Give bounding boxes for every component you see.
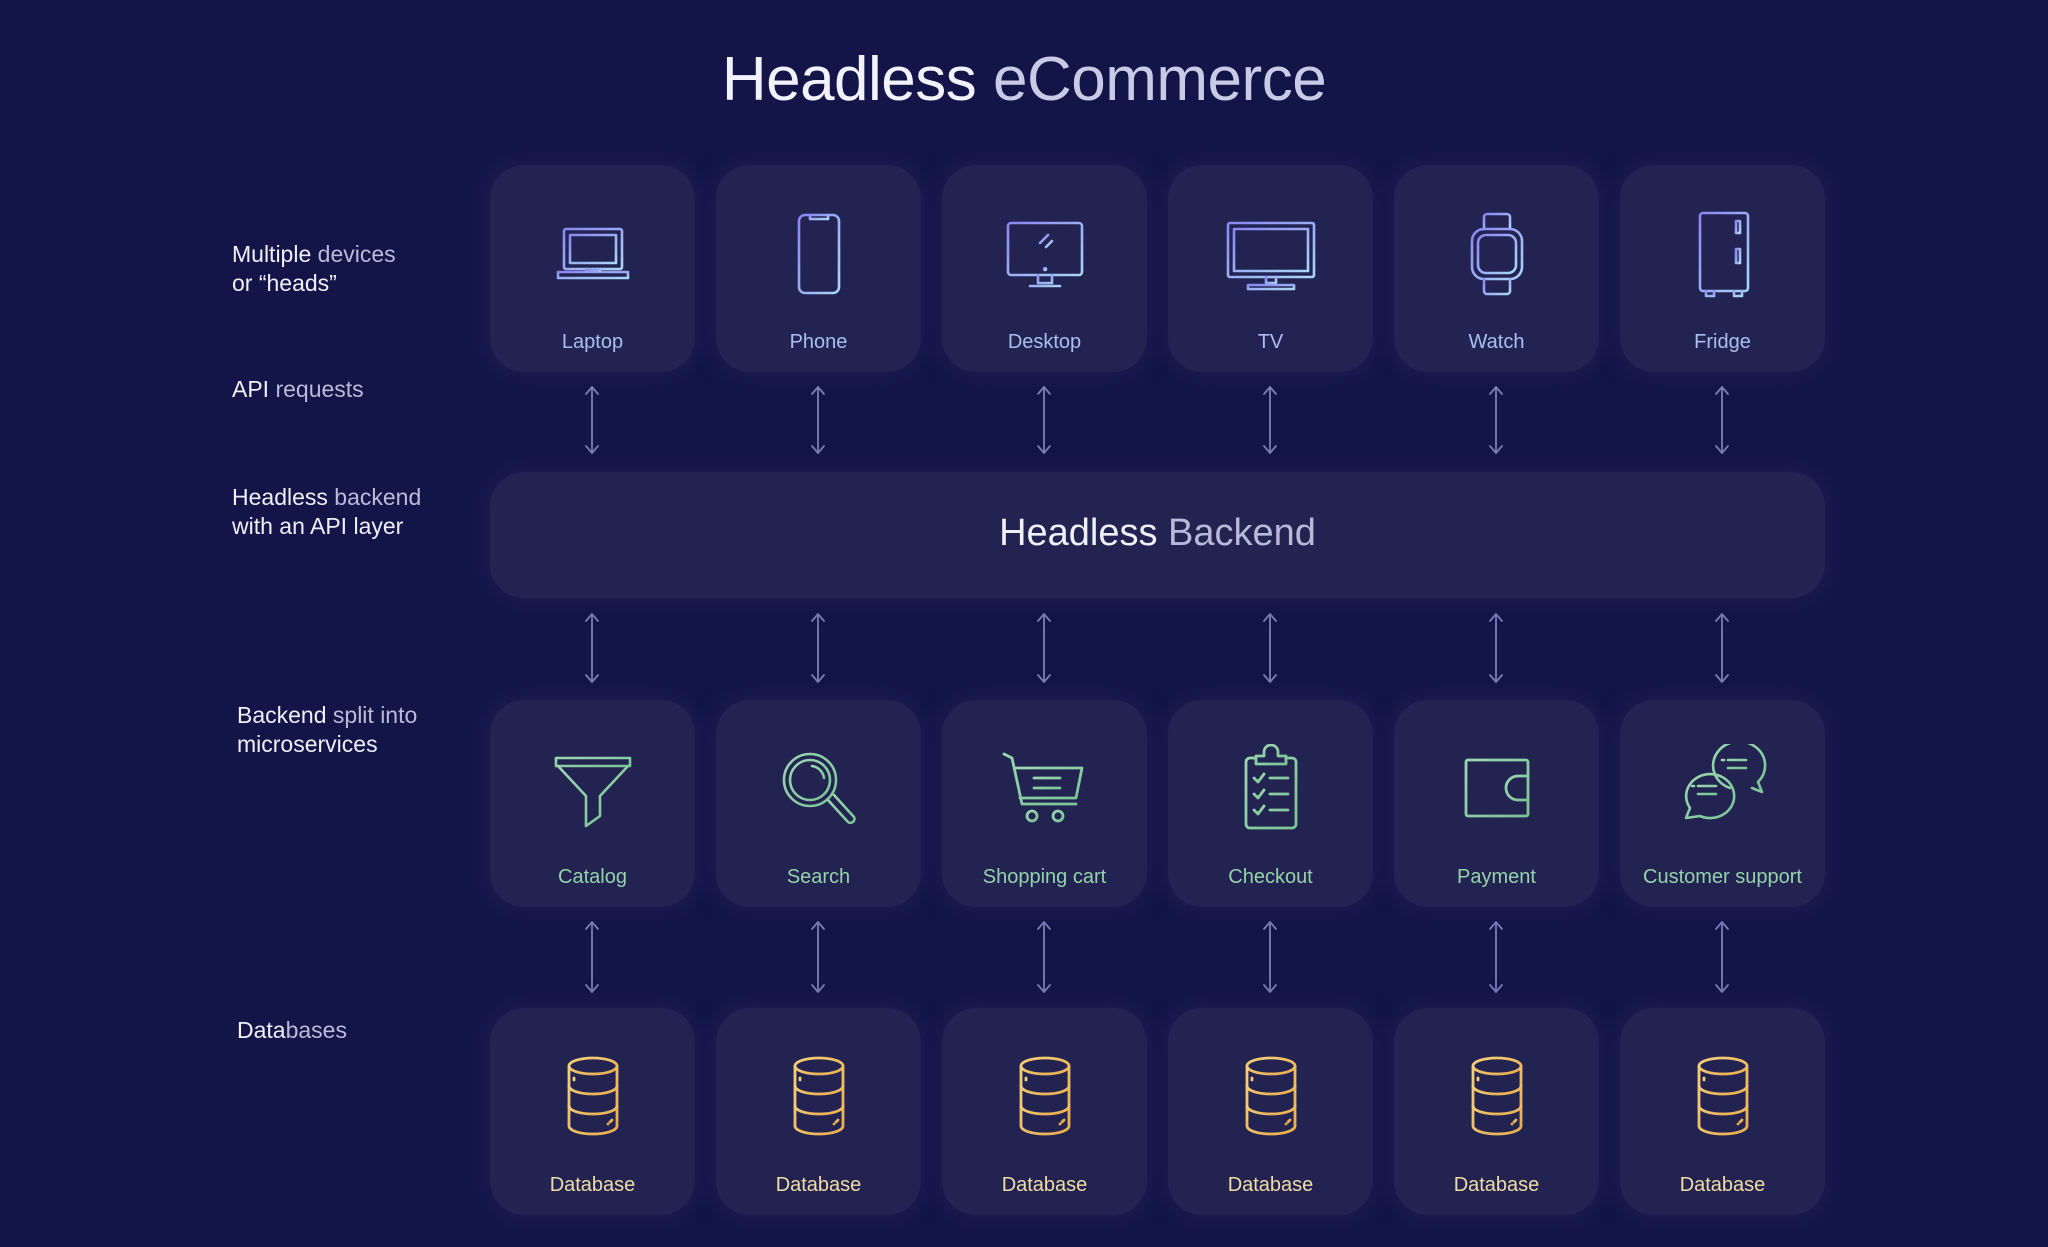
row-label-backend-dim: backend [334,484,422,510]
headless-backend-box: Headless Backend [490,472,1825,598]
row-label-api: API requests [232,375,364,404]
row-label-backend-strong: Headless [232,484,328,510]
service-label: Payment [1457,866,1536,888]
row-label-databases-strong: Data [237,1017,286,1043]
row-label-devices-dim: devices [317,241,396,267]
api-request-arrow [808,385,828,455]
database-label: Database [1227,1174,1314,1196]
service-label: Shopping cart [982,866,1107,888]
title-part-2: eCommerce [993,45,1327,114]
database-icon [1678,1052,1768,1142]
magnifier-icon [774,744,864,834]
row-label-api-dim: requests [275,376,364,402]
funnel-icon [548,744,638,834]
device-card-fridge: Fridge [1620,165,1825,372]
database-card: Database [1620,1008,1825,1215]
service-label: Customer support [1643,866,1802,888]
row-label-microservices: Backend split into microservices [237,701,417,759]
service-database-arrow [1034,920,1054,994]
service-label: Checkout [1228,866,1313,888]
row-label-databases-dim: bases [285,1017,347,1043]
service-card-shopping-cart: Shopping cart [942,700,1147,907]
database-icon [1452,1052,1542,1142]
device-label: Watch [1468,331,1525,353]
database-card: Database [1168,1008,1373,1215]
api-request-arrow [1712,385,1732,455]
service-card-customer-support: Customer support [1620,700,1825,907]
database-label: Database [1453,1174,1540,1196]
database-card: Database [490,1008,695,1215]
row-label-backend-line2: with an API layer [232,513,404,539]
backend-service-arrow [582,612,602,684]
device-card-phone: Phone [716,165,921,372]
chat-bubbles-icon [1678,744,1768,834]
backend-title: Headless Backend [490,512,1825,555]
row-label-devices-strong: Multiple [232,241,312,267]
service-database-arrow [582,920,602,994]
device-label: TV [1257,331,1284,353]
api-request-arrow [1486,385,1506,455]
title-part-1: Headless [721,45,977,114]
backend-title-part-1: Headless [999,512,1158,554]
service-card-catalog: Catalog [490,700,695,907]
database-icon [774,1052,864,1142]
service-card-search: Search [716,700,921,907]
device-card-desktop: Desktop [942,165,1147,372]
service-database-arrow [1260,920,1280,994]
wallet-icon [1452,744,1542,834]
row-label-microservices-line2: microservices [237,731,378,757]
watch-icon [1452,209,1542,299]
service-database-arrow [1486,920,1506,994]
row-label-api-strong: API [232,376,270,402]
backend-service-arrow [1260,612,1280,684]
clipboard-checklist-icon [1226,744,1316,834]
api-request-arrow [1034,385,1054,455]
database-label: Database [1001,1174,1088,1196]
service-card-checkout: Checkout [1168,700,1373,907]
cart-icon [1000,744,1090,834]
desktop-icon [1000,209,1090,299]
database-label: Database [775,1174,862,1196]
database-card: Database [716,1008,921,1215]
device-card-watch: Watch [1394,165,1599,372]
row-label-microservices-dim: split into [332,702,418,728]
row-label-databases: Databases [237,1016,347,1045]
api-request-arrow [1260,385,1280,455]
service-card-payment: Payment [1394,700,1599,907]
api-request-arrow [582,385,602,455]
device-card-laptop: Laptop [490,165,695,372]
database-label: Database [549,1174,636,1196]
backend-service-arrow [1034,612,1054,684]
backend-title-part-2: Backend [1168,512,1316,554]
database-label: Database [1679,1174,1766,1196]
device-label: Phone [789,331,848,353]
service-label: Catalog [558,866,627,888]
service-database-arrow [1712,920,1732,994]
row-label-devices: Multiple devices or “heads” [232,240,396,298]
device-card-tv: TV [1168,165,1373,372]
row-label-microservices-strong: Backend [237,702,327,728]
database-icon [548,1052,638,1142]
fridge-icon [1678,209,1768,299]
backend-service-arrow [1712,612,1732,684]
device-label: Desktop [1007,331,1082,353]
database-card: Database [1394,1008,1599,1215]
row-label-backend: Headless backend with an API layer [232,483,421,541]
service-database-arrow [808,920,828,994]
database-icon [1226,1052,1316,1142]
service-label: Search [786,866,851,888]
database-icon [1000,1052,1090,1142]
database-card: Database [942,1008,1147,1215]
row-label-devices-line2: or “heads” [232,270,337,296]
laptop-icon [548,209,638,299]
diagram-title: Headless eCommerce [0,44,2048,115]
device-label: Laptop [561,331,624,353]
backend-service-arrow [1486,612,1506,684]
tv-icon [1226,209,1316,299]
backend-service-arrow [808,612,828,684]
phone-icon [774,209,864,299]
device-label: Fridge [1694,331,1751,353]
